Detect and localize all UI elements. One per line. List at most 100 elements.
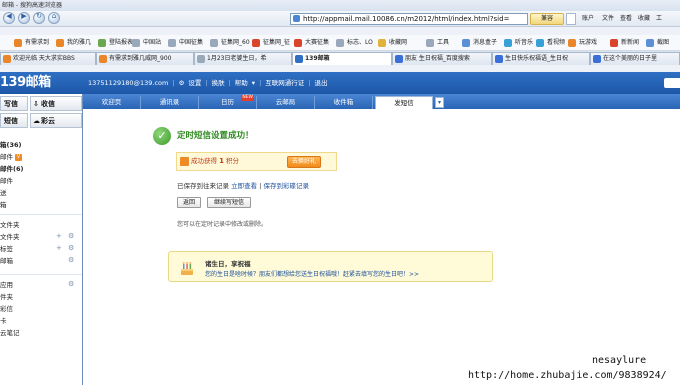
mail-header: 139邮箱 13751129180@139.com | ⚙ 设置 | 换肤 | …: [0, 72, 680, 94]
bookmark-label: 中国站: [143, 39, 162, 46]
birthday-banner[interactable]: 诸生日，享祝福 您的生日是啥时候？朋友们都想给您送生日祝福哦！赶紧去填写您的生日…: [168, 251, 493, 282]
bookmark-icon: [252, 39, 260, 47]
gift-icon: [180, 157, 189, 166]
back-button[interactable]: ◀: [3, 12, 15, 24]
tabs-dropdown-button[interactable]: ▾: [435, 97, 444, 108]
bookmark-icon: [336, 39, 344, 47]
section-mailboxes[interactable]: 邮箱: [0, 256, 13, 267]
logout-link[interactable]: 退出: [314, 72, 327, 94]
folder-unread[interactable]: 邮件(6): [0, 164, 23, 175]
save-to-notes-link[interactable]: 保存到彩碟记录: [263, 182, 309, 190]
sms-label: 短信: [4, 117, 18, 125]
tab-welcome[interactable]: 欢迎页: [83, 96, 141, 109]
redeem-gift-button[interactable]: 去换好礼: [287, 156, 322, 168]
receive-button[interactable]: ⇩ 收信: [30, 96, 82, 111]
browser-tab[interactable]: 朋友 生日祝福_百度搜索: [392, 52, 492, 65]
bookmark-item[interactable]: 工具: [426, 35, 449, 50]
skin-link[interactable]: 换肤: [212, 72, 225, 94]
search-input[interactable]: [566, 13, 576, 25]
app-item[interactable]: 件夹: [0, 292, 13, 303]
menu-tools[interactable]: 工: [656, 13, 662, 25]
menu-account[interactable]: 账户: [582, 13, 594, 25]
tab-send-sms[interactable]: 发短信: [375, 96, 433, 109]
continue-sms-button[interactable]: 继续写短信: [207, 197, 251, 208]
bookmark-item[interactable]: 截图: [646, 35, 670, 50]
gear-icon[interactable]: ⚙: [68, 256, 74, 264]
browser-tab[interactable]: 1月23日老婆生日，希: [194, 52, 292, 65]
mms-button[interactable]: ☁ 彩云: [30, 113, 82, 128]
folder-trash[interactable]: 箱: [0, 200, 7, 211]
menu-file[interactable]: 文件: [602, 13, 614, 25]
compat-mode-button[interactable]: 兼容: [530, 13, 564, 25]
bookmark-item[interactable]: 听音乐: [504, 35, 533, 50]
bookmark-label: 截图: [657, 39, 670, 46]
mail-logo[interactable]: 139邮箱: [0, 73, 51, 93]
sms-button[interactable]: 短信: [0, 113, 28, 128]
bookmark-item[interactable]: 标志、LO: [336, 35, 373, 50]
bookmark-item[interactable]: 中国征集: [168, 35, 203, 50]
bookmark-item[interactable]: 中国站: [132, 35, 162, 50]
bookmark-item[interactable]: 登陆报表: [98, 35, 133, 50]
browser-tab[interactable]: 有需求到雅几威网_900: [96, 52, 194, 65]
view-now-link[interactable]: 立即查看: [231, 182, 257, 190]
bookmark-item[interactable]: 玩游戏: [568, 35, 598, 50]
browser-tab-active[interactable]: 139邮箱: [292, 52, 392, 65]
back-button[interactable]: 返回: [177, 197, 201, 208]
bookmark-item[interactable]: 征集网_征: [252, 35, 290, 50]
bookmark-item[interactable]: 有需求到: [14, 35, 49, 50]
menu-view[interactable]: 查看: [620, 13, 632, 25]
bookmark-item[interactable]: 我的雅几: [56, 35, 91, 50]
browser-tab[interactable]: 生日快乐祝福语_生日祝: [492, 52, 590, 65]
section-tags[interactable]: 标签: [0, 244, 13, 255]
menu-favorites[interactable]: 收藏: [638, 13, 650, 25]
address-bar[interactable]: http://appmail.mail.10086.cn/m2012/html/…: [290, 13, 528, 25]
write-button[interactable]: 写信: [0, 96, 28, 111]
message-box-icon: [462, 39, 470, 47]
bookmark-item[interactable]: 征集网_60: [210, 35, 250, 50]
app-item[interactable]: 彩信: [0, 304, 13, 315]
bookmark-item[interactable]: 消息盒子: [462, 35, 497, 50]
tab-icon: [99, 55, 107, 63]
bookmark-item[interactable]: 看视频: [536, 35, 565, 50]
section-other-folders[interactable]: 文件夹: [0, 232, 20, 243]
tab-inbox[interactable]: 收件箱: [315, 96, 373, 109]
browser-tab[interactable]: 在这个美丽的日子里: [590, 52, 680, 65]
music-icon: [504, 39, 512, 47]
forward-button[interactable]: ▶: [18, 12, 30, 24]
add-icon[interactable]: +: [56, 244, 62, 252]
reward-points: 1: [219, 157, 224, 165]
continue-label: 继续写短信: [213, 199, 244, 206]
mail-module-tabs: 欢迎页 通讯录 日历 NEW 云邮局 收件箱 发短信 ▾: [83, 94, 680, 109]
gear-icon[interactable]: ⚙: [68, 280, 74, 288]
bookmark-label: 玩游戏: [579, 39, 598, 46]
bookmark-item[interactable]: 收藏网: [378, 35, 407, 50]
folder-drafts[interactable]: 邮件: [0, 176, 13, 187]
settings-link[interactable]: 设置: [188, 72, 201, 94]
bookmark-item[interactable]: 新新闻: [610, 35, 639, 50]
section-my-folders[interactable]: 文件夹: [0, 220, 20, 231]
tab-calendar[interactable]: 日历 NEW: [199, 95, 257, 109]
app-item[interactable]: 云笔记: [0, 328, 20, 339]
browser-tab[interactable]: 欢迎光临 天大求实BBS: [0, 52, 96, 65]
folder-starred[interactable]: 邮件 V: [0, 152, 22, 163]
home-button[interactable]: ⌂: [48, 12, 60, 24]
header-search-input[interactable]: [664, 78, 680, 88]
refresh-button[interactable]: ↻: [33, 12, 45, 24]
help-link[interactable]: 帮助: [235, 72, 248, 94]
account-address[interactable]: 13751129180@139.com: [88, 72, 168, 94]
folder-label: 箱(36): [0, 141, 22, 149]
app-item[interactable]: 卡: [0, 316, 7, 327]
section-label: 邮箱: [0, 257, 13, 265]
gear-icon[interactable]: ⚙: [68, 244, 74, 252]
forward-arrow-icon: ▶: [21, 12, 27, 20]
gear-icon[interactable]: ⚙: [68, 232, 74, 240]
bookmark-item[interactable]: 大赛征集: [294, 35, 329, 50]
birthday-link[interactable]: 您的生日是啥时候？朋友们都想给您送生日祝福哦！赶紧去填写您的生日吧！>>: [205, 269, 419, 278]
tab-cloud-post[interactable]: 云邮局: [257, 96, 315, 109]
tab-contacts[interactable]: 通讯录: [141, 96, 199, 109]
add-icon[interactable]: +: [56, 232, 62, 240]
folder-sent[interactable]: 送: [0, 188, 7, 199]
bookmark-icon: [168, 39, 176, 47]
folder-inbox[interactable]: 箱(36): [0, 140, 22, 151]
passport-link[interactable]: 互联网通行证: [265, 72, 304, 94]
